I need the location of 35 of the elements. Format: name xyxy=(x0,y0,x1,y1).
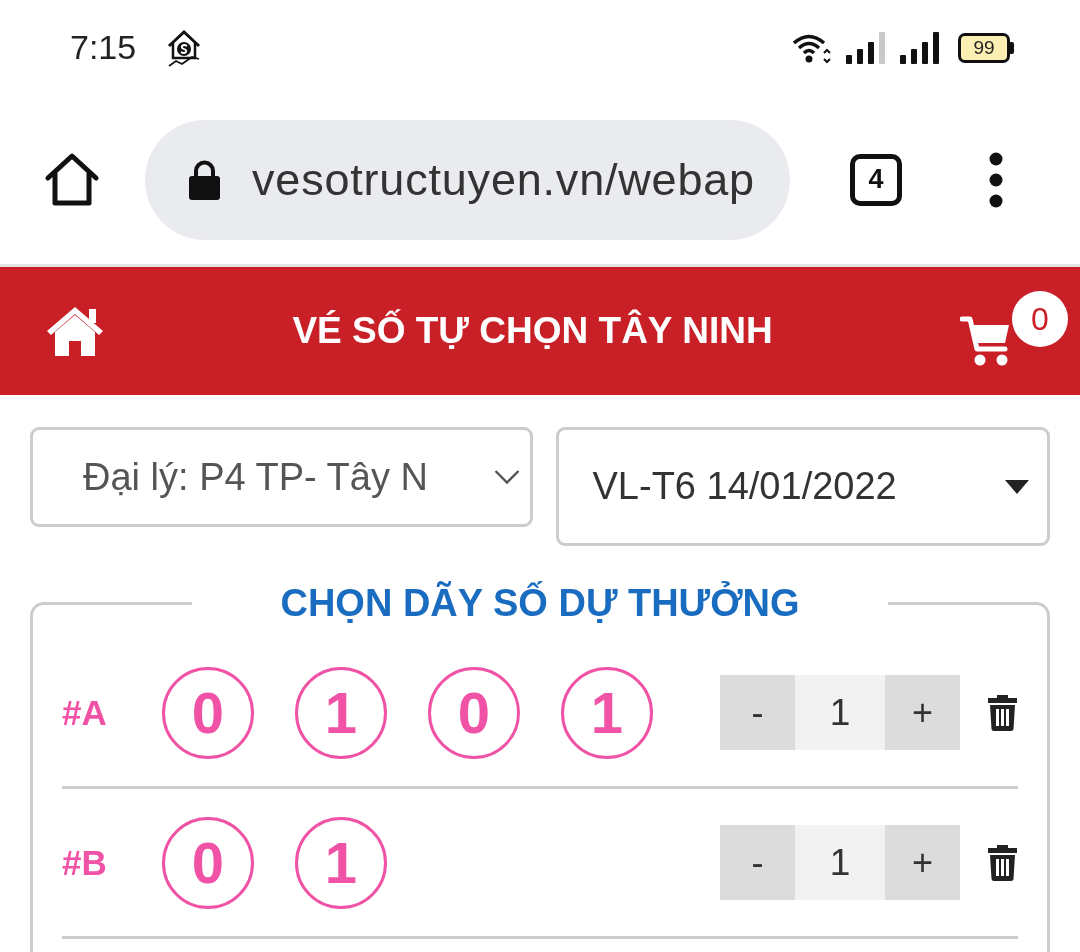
number-ball: 1 xyxy=(295,816,387,909)
address-bar[interactable]: vesotructuyen.vn/webap xyxy=(145,119,790,240)
dropdown-select[interactable]: VL-T6 14/01/2022 xyxy=(555,427,1050,546)
decrease-button[interactable]: - xyxy=(720,675,795,750)
panel-title: CHỌN DÃY SỐ DỰ THƯỞNG xyxy=(279,582,801,625)
url-text: vesotructuyen.vn/webap xyxy=(252,153,755,206)
number-ball: 1 xyxy=(561,666,653,759)
dropdown-select[interactable]: Đại lý: P4 TP- Tây N xyxy=(30,427,533,527)
signal-icon xyxy=(900,31,940,64)
trash-icon[interactable] xyxy=(987,844,1018,881)
quantity-field[interactable]: 1 xyxy=(795,825,885,900)
row-label: #B xyxy=(62,842,108,883)
house-coin-icon xyxy=(166,28,203,67)
cart-count-badge: 0 xyxy=(1012,291,1068,347)
lock-icon xyxy=(188,159,221,200)
row-label: #A xyxy=(62,692,108,733)
battery-percent: 99 xyxy=(973,38,995,57)
number-ball: 1 xyxy=(295,666,387,759)
quantity-field[interactable]: 1 xyxy=(795,675,885,750)
cart-icon[interactable] xyxy=(960,315,1010,367)
number-ball: 0 xyxy=(162,816,254,909)
clock-time: 7:15 xyxy=(70,28,137,67)
number-ball: 0 xyxy=(428,666,520,759)
decrease-button[interactable]: - xyxy=(720,825,795,900)
menu-icon[interactable] xyxy=(988,151,1004,208)
caret-down-icon xyxy=(1005,479,1029,494)
signal-icon xyxy=(846,31,886,64)
tab-count-button[interactable]: 4 xyxy=(850,153,902,206)
page-title: VÉ SỐ TỰ CHỌN TÂY NINH xyxy=(291,310,774,352)
home-icon[interactable] xyxy=(45,152,99,207)
increase-button[interactable]: + xyxy=(885,675,960,750)
chevron-down-icon xyxy=(493,469,520,485)
number-ball: 0 xyxy=(162,666,254,759)
increase-button[interactable]: + xyxy=(885,825,960,900)
trash-icon[interactable] xyxy=(987,694,1018,731)
